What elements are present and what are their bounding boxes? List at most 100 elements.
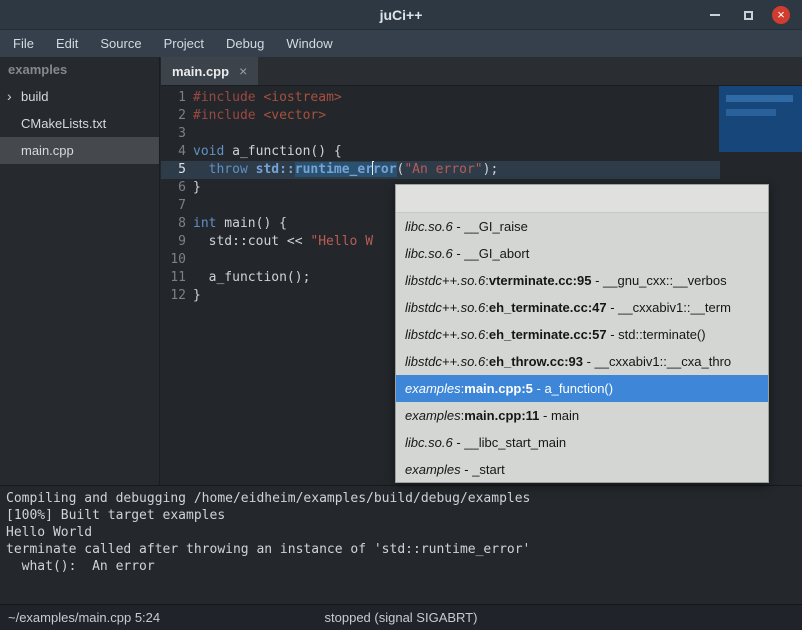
backtrace-item[interactable]: libstdc++.so.6:vterminate.cc:95 - __gnu_… xyxy=(396,267,768,294)
juci-window: juCi++ × FileEditSourceProjectDebugWindo… xyxy=(0,0,802,630)
output-line: Compiling and debugging /home/eidheim/ex… xyxy=(6,490,796,507)
line-number: 4 xyxy=(161,143,186,161)
backtrace-library: examples xyxy=(405,462,461,477)
backtrace-item[interactable]: libc.so.6 - __libc_start_main xyxy=(396,429,768,456)
status-bar: ~/examples/main.cpp 5:24 stopped (signal… xyxy=(0,604,802,630)
output-line: terminate called after throwing an insta… xyxy=(6,541,796,558)
code-token: "An error" xyxy=(404,162,482,177)
code-text xyxy=(186,252,193,267)
backtrace-item[interactable]: examples:main.cpp:5 - a_function() xyxy=(396,375,768,402)
window-title: juCi++ xyxy=(380,7,423,23)
menu-item-project[interactable]: Project xyxy=(153,30,215,57)
menu-bar: FileEditSourceProjectDebugWindow xyxy=(0,30,802,57)
code-token: } xyxy=(193,288,201,303)
code-token: ror xyxy=(373,162,396,177)
code-token: #include xyxy=(193,90,263,105)
tree-item-label: build xyxy=(21,89,48,104)
restore-icon xyxy=(744,11,753,20)
backtrace-library: libstdc++.so.6 xyxy=(405,354,485,369)
code-token: a_function() { xyxy=(224,144,341,159)
tree-item-main-cpp[interactable]: main.cpp xyxy=(0,137,159,164)
code-text: } xyxy=(186,180,201,195)
line-number: 12 xyxy=(161,287,186,305)
menu-item-edit[interactable]: Edit xyxy=(45,30,89,57)
backtrace-item[interactable]: examples - _start xyxy=(396,456,768,483)
output-panel[interactable]: Compiling and debugging /home/eidheim/ex… xyxy=(0,485,802,604)
menu-item-window[interactable]: Window xyxy=(275,30,343,57)
backtrace-item[interactable]: libc.so.6 - __GI_abort xyxy=(396,240,768,267)
minimize-button[interactable] xyxy=(706,6,724,24)
backtrace-library: libc.so.6 xyxy=(405,219,453,234)
code-token: "Hello W xyxy=(310,234,373,249)
backtrace-location: eh_throw.cc:93 xyxy=(489,354,583,369)
tab-label: main.cpp xyxy=(172,64,229,79)
tab-close-icon[interactable]: × xyxy=(239,63,247,79)
line-number: 11 xyxy=(161,269,186,287)
backtrace-location: vterminate.cc:95 xyxy=(489,273,592,288)
status-debug-state: stopped (signal SIGABRT) xyxy=(0,605,802,630)
tab-main-cpp[interactable]: main.cpp × xyxy=(161,57,258,85)
backtrace-location: main.cpp:11 xyxy=(464,408,539,423)
tree-item-build[interactable]: › build xyxy=(0,83,159,110)
code-token: throw xyxy=(209,162,248,177)
backtrace-list: libc.so.6 - __GI_raiselibc.so.6 - __GI_a… xyxy=(396,213,768,483)
backtrace-item[interactable]: libstdc++.so.6:eh_terminate.cc:47 - __cx… xyxy=(396,294,768,321)
line-number: 8 xyxy=(161,215,186,233)
code-token: std::cout << xyxy=(193,234,310,249)
backtrace-location: main.cpp:5 xyxy=(464,381,533,396)
code-token xyxy=(248,162,256,177)
code-text: void a_function() { xyxy=(186,144,342,159)
window-controls: × xyxy=(706,0,790,30)
code-line[interactable]: 1#include <iostream> xyxy=(161,89,802,107)
line-number: 5 xyxy=(161,161,186,179)
backtrace-library: examples xyxy=(405,381,461,396)
menu-item-source[interactable]: Source xyxy=(89,30,152,57)
minimize-icon xyxy=(710,14,720,16)
code-text: #include <vector> xyxy=(186,108,326,123)
code-line[interactable]: 3 xyxy=(161,125,802,143)
code-text: throw std::runtime_error("An error"); xyxy=(186,162,498,177)
chevron-right-icon[interactable]: › xyxy=(7,83,12,110)
line-number: 3 xyxy=(161,125,186,143)
output-line: what(): An error xyxy=(6,558,796,575)
file-tree: › build CMakeLists.txt main.cpp xyxy=(0,83,159,164)
tab-bar: main.cpp × xyxy=(161,57,802,86)
code-token: a_function(); xyxy=(193,270,310,285)
code-text xyxy=(186,198,193,213)
menu-item-debug[interactable]: Debug xyxy=(215,30,275,57)
tree-item-label: main.cpp xyxy=(21,143,74,158)
code-token: void xyxy=(193,144,224,159)
code-line[interactable]: 2#include <vector> xyxy=(161,107,802,125)
close-button[interactable]: × xyxy=(772,6,790,24)
backtrace-location: eh_terminate.cc:47 xyxy=(489,300,607,315)
backtrace-library: libstdc++.so.6 xyxy=(405,273,485,288)
line-number: 9 xyxy=(161,233,186,251)
line-number: 2 xyxy=(161,107,186,125)
code-text: int main() { xyxy=(186,216,287,231)
backtrace-item[interactable]: libstdc++.so.6:eh_terminate.cc:57 - std:… xyxy=(396,321,768,348)
tree-item-label: CMakeLists.txt xyxy=(21,116,106,131)
code-token: } xyxy=(193,180,201,195)
code-line[interactable]: 5 throw std::runtime_error("An error"); xyxy=(161,161,802,179)
code-token: std:: xyxy=(256,162,295,177)
backtrace-item[interactable]: libc.so.6 - __GI_raise xyxy=(396,213,768,240)
backtrace-popup: libc.so.6 - __GI_raiselibc.so.6 - __GI_a… xyxy=(395,184,769,483)
code-line[interactable]: 4void a_function() { xyxy=(161,143,802,161)
backtrace-popup-header xyxy=(396,185,768,213)
file-tree-panel: examples ›buildCMakeLists.txtmain.cpp xyxy=(0,57,160,485)
code-token: runtime_er xyxy=(295,162,373,177)
tree-item-cmakelists-txt[interactable]: CMakeLists.txt xyxy=(0,110,159,137)
line-number: 10 xyxy=(161,251,186,269)
backtrace-library: libstdc++.so.6 xyxy=(405,327,485,342)
backtrace-library: libc.so.6 xyxy=(405,246,453,261)
backtrace-item[interactable]: libstdc++.so.6:eh_throw.cc:93 - __cxxabi… xyxy=(396,348,768,375)
titlebar[interactable]: juCi++ × xyxy=(0,0,802,30)
backtrace-library: examples xyxy=(405,408,461,423)
code-token: ); xyxy=(483,162,499,177)
restore-button[interactable] xyxy=(739,6,757,24)
code-token: #include xyxy=(193,108,263,123)
menu-item-file[interactable]: File xyxy=(2,30,45,57)
code-token: <iostream> xyxy=(263,90,341,105)
close-icon: × xyxy=(777,6,785,24)
backtrace-item[interactable]: examples:main.cpp:11 - main xyxy=(396,402,768,429)
